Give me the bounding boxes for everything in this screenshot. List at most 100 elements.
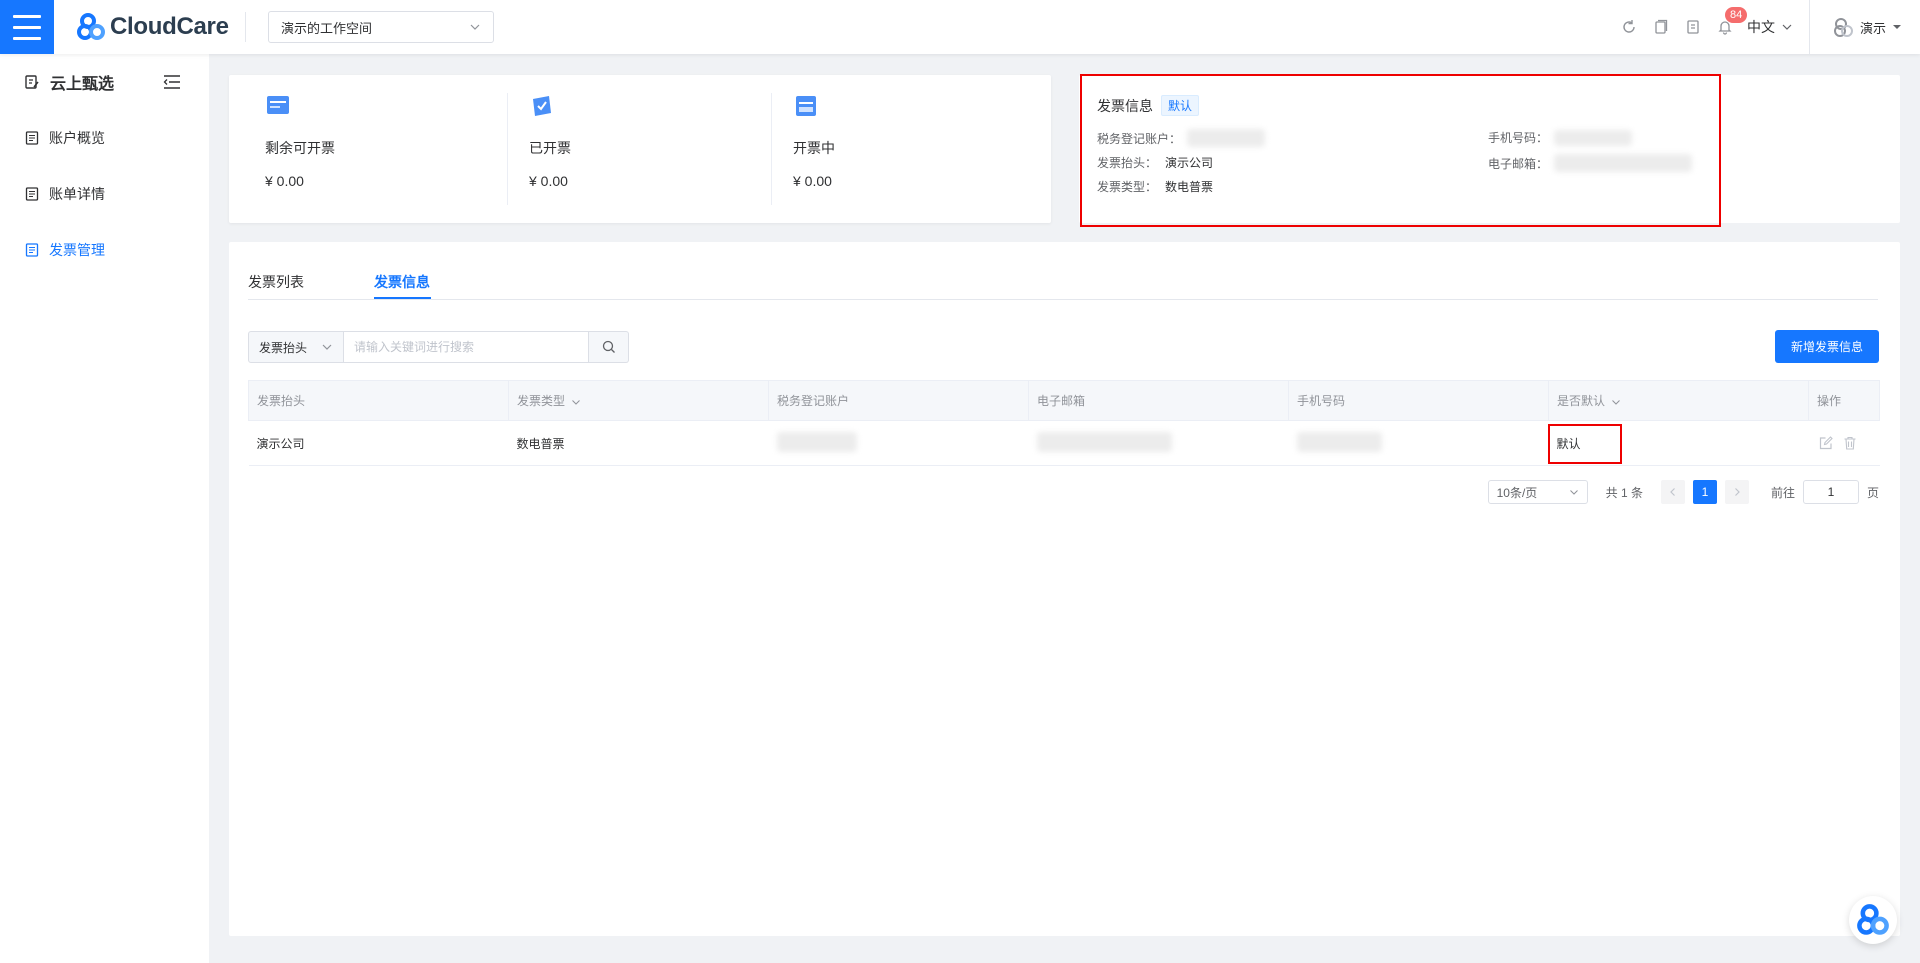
document-list-icon xyxy=(25,131,39,145)
bell-icon[interactable]: 84 xyxy=(1709,0,1748,54)
filter-chevron-icon xyxy=(572,399,580,405)
cell-phone xyxy=(1288,420,1549,466)
prev-page-button[interactable] xyxy=(1660,480,1685,504)
copy-icon[interactable] xyxy=(1645,0,1677,54)
column-header-invoice-header: 发票抬头 xyxy=(248,380,509,421)
cell-tax-account xyxy=(768,420,1029,466)
page-size-select[interactable]: 10条/页 xyxy=(1487,480,1588,504)
column-header-label: 税务登记账户 xyxy=(777,394,850,408)
search-icon xyxy=(602,340,615,353)
stat-label: 已开票 xyxy=(529,140,571,156)
sidebar-header: 云上甄选 xyxy=(0,54,209,110)
stat-value: ¥ 0.00 xyxy=(793,173,832,189)
tab-invoice-info[interactable]: 发票信息 xyxy=(374,272,430,292)
search-button[interactable] xyxy=(589,331,629,363)
page-size-value: 10条/页 xyxy=(1496,485,1538,500)
sidebar-item-bill-details[interactable]: 账单详情 xyxy=(0,166,209,222)
sidebar-item-label: 账单详情 xyxy=(49,186,105,202)
stat-value: ¥ 0.00 xyxy=(529,173,568,189)
column-header-actions: 操作 xyxy=(1808,380,1880,421)
menu-line xyxy=(13,25,41,29)
highlight-box xyxy=(1080,74,1721,227)
search-group: 发票抬头 xyxy=(248,331,629,363)
cell-invoice-header: 演示公司 xyxy=(248,420,509,466)
assistant-float-button[interactable] xyxy=(1849,896,1897,944)
notification-badge: 84 xyxy=(1724,7,1748,23)
tabs: 发票列表 发票信息 xyxy=(248,242,1878,300)
search-field-select[interactable]: 发票抬头 xyxy=(248,331,344,363)
stat-label: 剩余可开票 xyxy=(265,140,335,156)
document-icon[interactable] xyxy=(1677,0,1709,54)
column-header-label: 电子邮箱 xyxy=(1037,394,1086,408)
cell-email xyxy=(1028,420,1289,466)
logo[interactable]: CloudCare xyxy=(76,12,229,42)
page-number-button[interactable]: 1 xyxy=(1692,480,1717,504)
top-bar: CloudCare 演示的工作空间 84 中文 演示 xyxy=(0,0,1920,54)
filter-chevron-icon xyxy=(1612,399,1620,405)
page-suffix-label: 页 xyxy=(1866,485,1879,500)
delete-icon[interactable] xyxy=(1843,436,1857,450)
caret-down-icon xyxy=(1893,25,1901,29)
user-menu[interactable]: 演示 xyxy=(1808,0,1920,54)
stat-divider xyxy=(771,93,772,205)
language-switcher[interactable]: 中文 xyxy=(1747,17,1793,37)
stat-issued: 已开票 ¥ 0.00 xyxy=(529,93,769,203)
menu-line xyxy=(13,14,41,18)
logo-text: CloudCare xyxy=(110,13,229,40)
sidebar-item-label: 账户概览 xyxy=(49,130,105,146)
printer-icon xyxy=(796,96,816,116)
next-page-button[interactable] xyxy=(1724,480,1749,504)
avatar xyxy=(1833,18,1853,37)
chevron-down-icon xyxy=(1782,24,1792,30)
tax-account-redacted xyxy=(776,431,857,452)
sidebar-title: 云上甄选 xyxy=(24,70,114,94)
edit-note-icon xyxy=(25,75,39,89)
sidebar-item-label: 发票管理 xyxy=(49,242,105,258)
column-header-label: 操作 xyxy=(1817,394,1842,408)
tab-active-indicator xyxy=(374,297,431,299)
phone-redacted xyxy=(1296,431,1382,452)
chevron-down-icon xyxy=(470,24,480,30)
chevron-down-icon xyxy=(322,344,332,350)
table-row: 演示公司 数电普票 默认 xyxy=(248,420,1880,466)
goto-label: 前往 xyxy=(1770,485,1795,500)
stat-label: 开票中 xyxy=(793,140,835,156)
sidebar: 云上甄选 账户概览 账单详情 发票管理 xyxy=(0,54,209,963)
column-header-label: 发票类型 xyxy=(517,394,566,408)
column-header-is-default[interactable]: 是否默认 xyxy=(1548,380,1809,421)
cloudcare-logo-icon xyxy=(1857,904,1889,935)
search-input[interactable] xyxy=(344,331,589,363)
sidebar-item-invoice-management[interactable]: 发票管理 xyxy=(0,222,209,278)
hamburger-menu-button[interactable] xyxy=(0,0,54,54)
invoice-check-icon xyxy=(533,96,551,116)
sidebar-title-text: 云上甄选 xyxy=(50,76,115,93)
email-redacted xyxy=(1036,431,1172,452)
search-field-value: 发票抬头 xyxy=(259,340,308,355)
header-divider xyxy=(245,12,246,42)
column-header-label: 发票抬头 xyxy=(257,394,306,408)
edit-icon[interactable] xyxy=(1819,436,1833,450)
sidebar-item-account-overview[interactable]: 账户概览 xyxy=(0,110,209,166)
add-invoice-info-button[interactable]: 新增发票信息 xyxy=(1775,330,1879,363)
column-header-label: 手机号码 xyxy=(1297,394,1346,408)
column-header-invoice-type[interactable]: 发票类型 xyxy=(508,380,769,421)
stat-remaining: 剩余可开票 ¥ 0.00 xyxy=(265,93,505,203)
tab-invoice-list[interactable]: 发票列表 xyxy=(248,272,304,292)
chevron-down-icon xyxy=(1569,490,1578,495)
document-list-icon xyxy=(25,243,39,257)
chevron-right-icon xyxy=(1735,488,1740,496)
column-header-tax-account: 税务登记账户 xyxy=(768,380,1029,421)
column-header-label: 是否默认 xyxy=(1557,394,1606,408)
stat-divider xyxy=(507,93,508,205)
invoice-stats-card: 剩余可开票 ¥ 0.00 已开票 ¥ 0.00 开票中 ¥ 0.00 xyxy=(229,75,1051,223)
invoice-icon xyxy=(267,96,289,114)
workspace-select-value: 演示的工作空间 xyxy=(281,20,373,36)
stat-value: ¥ 0.00 xyxy=(265,173,304,189)
refresh-icon[interactable] xyxy=(1613,0,1645,54)
table-header-row: 发票抬头 发票类型 税务登记账户 电子邮箱 手机号码 是否默认 操作 xyxy=(248,380,1880,421)
invoice-main-card: 发票列表 发票信息 发票抬头 新增发票信息 发票抬头 发票类型 税务登记账户 电… xyxy=(229,242,1900,936)
collapse-menu-icon[interactable] xyxy=(163,74,181,90)
user-name: 演示 xyxy=(1859,20,1886,36)
workspace-select[interactable]: 演示的工作空间 xyxy=(268,11,494,43)
goto-page-input[interactable] xyxy=(1802,480,1859,504)
